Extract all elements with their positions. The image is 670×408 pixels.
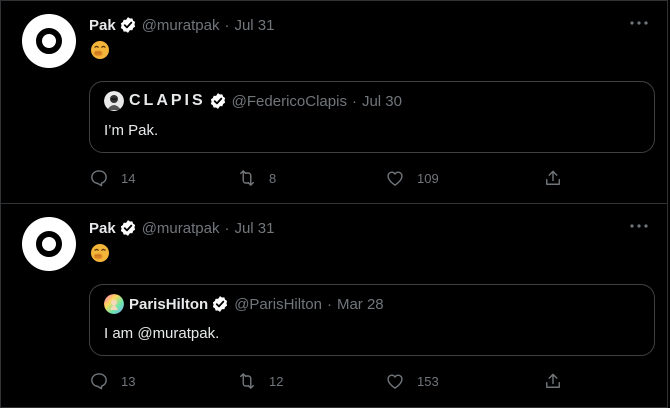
- retweet-button[interactable]: 12: [237, 369, 283, 393]
- verified-badge-icon: [213, 296, 228, 312]
- reply-button[interactable]: 14: [89, 166, 135, 190]
- like-icon: [387, 374, 403, 389]
- like-count: 109: [417, 170, 439, 186]
- share-button[interactable]: [543, 369, 563, 393]
- tweet-date[interactable]: Jul 31: [234, 220, 274, 237]
- tweet[interactable]: Pak @muratpak · Jul 31 ParisHilton @Pari…: [0, 203, 668, 408]
- face-with-hand-over-mouth-emoji: [91, 41, 109, 59]
- tweet-actions: 14 8 109: [89, 166, 569, 190]
- tweet-header: Pak @muratpak · Jul 31: [89, 218, 275, 238]
- quoted-tweet-date[interactable]: Mar 28: [337, 296, 384, 313]
- like-icon: [387, 171, 403, 186]
- tweet[interactable]: Pak @muratpak · Jul 31 CLAPIS @FedericoC…: [0, 0, 668, 204]
- separator-dot: ·: [326, 295, 332, 313]
- quoted-author-handle[interactable]: @ParisHilton: [234, 296, 322, 313]
- share-button[interactable]: [543, 166, 563, 190]
- tweet-header: Pak @muratpak · Jul 31: [89, 15, 275, 35]
- reply-button[interactable]: 13: [89, 369, 135, 393]
- reply-icon: [91, 170, 107, 187]
- like-button[interactable]: 153: [385, 369, 439, 393]
- reply-count: 14: [121, 170, 136, 186]
- face-with-hand-over-mouth-emoji: [91, 244, 109, 262]
- retweet-icon: [240, 170, 254, 186]
- separator-dot: ·: [224, 219, 230, 237]
- quoted-tweet-header: ParisHilton @ParisHilton · Mar 28: [104, 294, 384, 314]
- quoted-author-name[interactable]: CLAPIS: [129, 92, 206, 110]
- avatar[interactable]: [22, 217, 76, 271]
- avatar-logo-dot: [44, 239, 54, 249]
- author-name[interactable]: Pak: [89, 17, 116, 34]
- like-count: 153: [417, 373, 439, 389]
- share-icon: [546, 373, 560, 388]
- quoted-author-name[interactable]: ParisHilton: [129, 296, 208, 313]
- separator-dot: ·: [224, 16, 230, 34]
- quoted-tweet-date[interactable]: Jul 30: [362, 93, 402, 110]
- separator-dot: ·: [351, 92, 357, 110]
- quoted-avatar[interactable]: [104, 91, 124, 111]
- retweet-button[interactable]: 8: [237, 166, 276, 190]
- share-icon: [546, 170, 560, 185]
- more-icon[interactable]: [629, 13, 649, 33]
- retweet-icon: [240, 373, 254, 389]
- verified-badge-icon: [210, 93, 225, 109]
- author-handle[interactable]: @muratpak: [142, 220, 220, 237]
- reply-count: 13: [121, 373, 136, 389]
- reply-icon: [91, 373, 107, 390]
- quoted-author-handle[interactable]: @FedericoClapis: [232, 93, 347, 110]
- author-name[interactable]: Pak: [89, 220, 116, 237]
- tweet-actions: 13 12 153: [89, 369, 569, 393]
- quoted-tweet-text: I’m Pak.: [104, 122, 159, 139]
- retweet-count: 12: [269, 373, 284, 389]
- like-button[interactable]: 109: [385, 166, 439, 190]
- author-handle[interactable]: @muratpak: [142, 17, 220, 34]
- tweet-date[interactable]: Jul 31: [234, 17, 274, 34]
- more-icon[interactable]: [629, 216, 649, 236]
- quoted-tweet[interactable]: CLAPIS @FedericoClapis · Jul 30 I’m Pak.: [89, 81, 655, 153]
- quoted-tweet-header: CLAPIS @FedericoClapis · Jul 30: [104, 91, 402, 111]
- quoted-avatar[interactable]: [104, 294, 124, 314]
- avatar[interactable]: [22, 14, 76, 68]
- verified-badge-icon: [120, 220, 135, 236]
- avatar-logo-dot: [44, 36, 54, 46]
- quoted-tweet-text: I am @muratpak.: [104, 325, 220, 342]
- retweet-count: 8: [269, 170, 277, 186]
- verified-badge-icon: [120, 17, 135, 33]
- quoted-tweet[interactable]: ParisHilton @ParisHilton · Mar 28 I am @…: [89, 284, 655, 356]
